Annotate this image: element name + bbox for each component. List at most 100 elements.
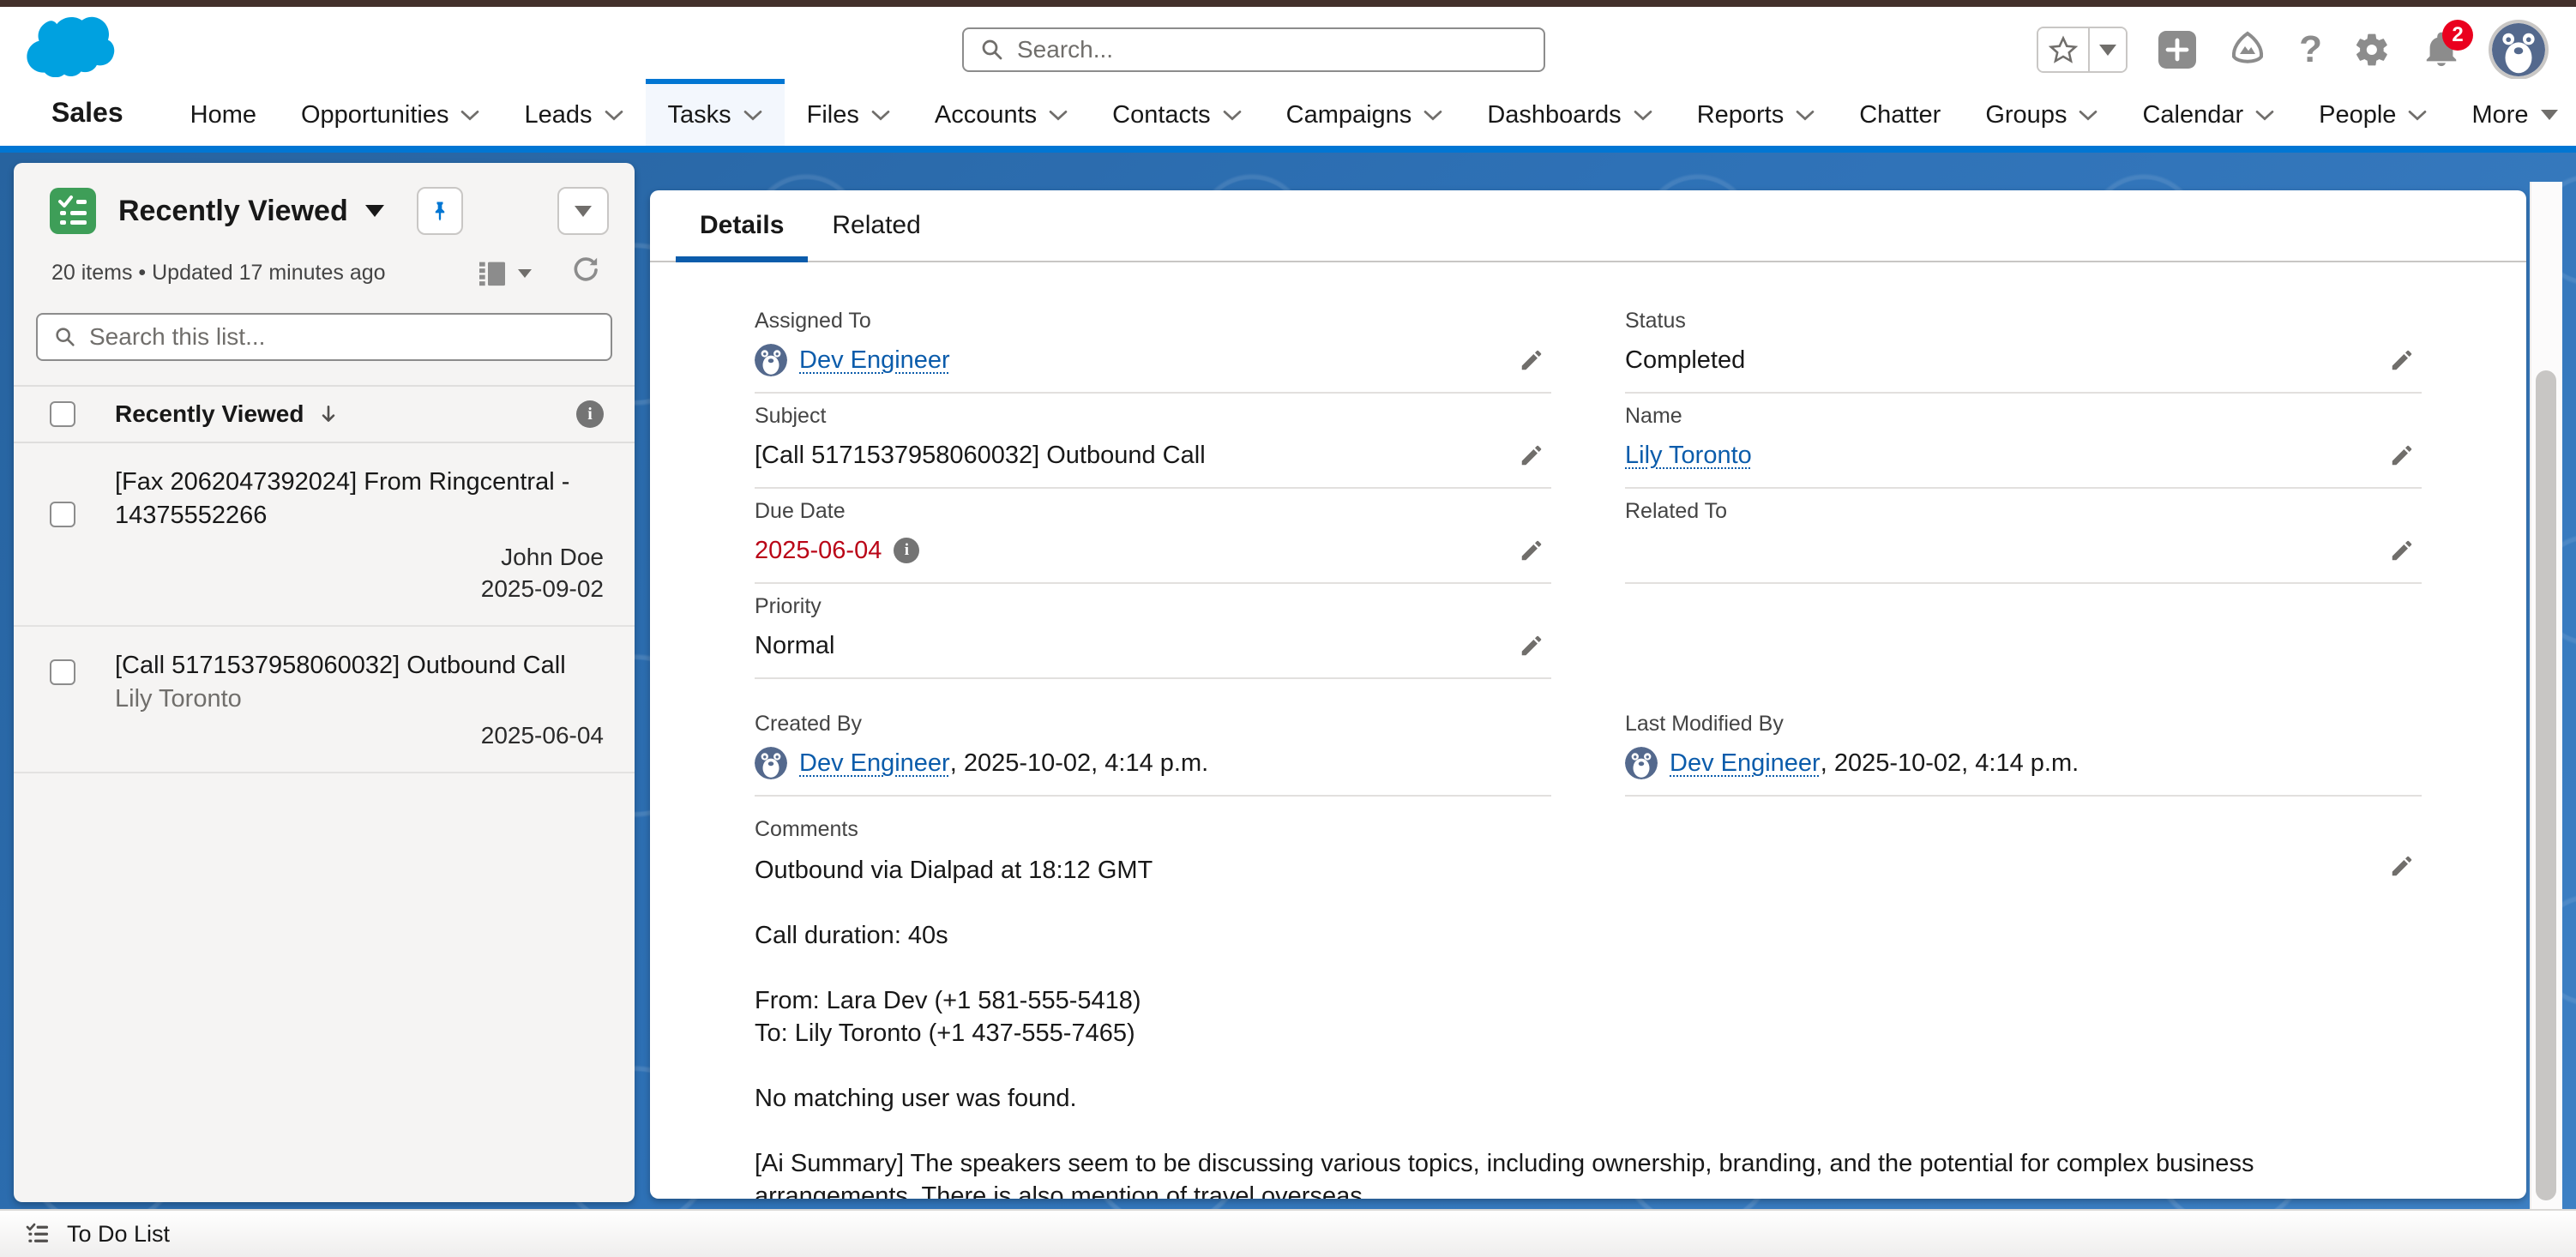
- list-column-header: Recently Viewed i: [14, 385, 635, 443]
- favorites-menu-button[interactable]: [2088, 28, 2126, 71]
- created-datetime: , 2025-10-02, 4:14 p.m.: [950, 749, 1208, 778]
- tab-reports[interactable]: Reports: [1675, 79, 1838, 146]
- assigned-to-link[interactable]: Dev Engineer: [799, 346, 950, 375]
- user-avatar[interactable]: [2492, 23, 2545, 76]
- chevron-down-icon: [2408, 110, 2427, 121]
- tab-related[interactable]: Related: [808, 190, 944, 261]
- caret-down-icon: [518, 269, 532, 278]
- last-modified-by-link[interactable]: Dev Engineer: [1670, 749, 1821, 778]
- tab-leads[interactable]: Leads: [502, 79, 645, 146]
- list-view-title[interactable]: Recently Viewed: [118, 195, 348, 228]
- tab-chatter[interactable]: Chatter: [1837, 79, 1963, 146]
- global-search-input[interactable]: [1017, 36, 1528, 63]
- user-avatar: [1625, 747, 1658, 779]
- nav-tabs: Home Opportunities Leads Tasks Files Acc…: [168, 79, 2576, 146]
- list-search: [36, 313, 612, 361]
- todo-list-icon: [24, 1220, 51, 1248]
- chevron-down-icon: [605, 110, 623, 121]
- question-icon: ?: [2299, 31, 2322, 69]
- list-view-caret-icon[interactable]: [365, 205, 384, 217]
- row-title[interactable]: [Fax 2062047392024] From Ringcentral - 1…: [115, 466, 604, 532]
- list-item[interactable]: [Call 5171537958060032] Outbound Call Li…: [14, 627, 635, 773]
- field-assigned-to: Assigned To Dev Engineer: [755, 298, 1551, 394]
- column-info-icon[interactable]: i: [576, 400, 604, 428]
- refresh-button[interactable]: [569, 254, 602, 292]
- row-who: John Doe: [115, 541, 604, 573]
- chevron-down-icon: [1049, 110, 1068, 121]
- global-search: [962, 27, 1545, 72]
- edit-name-button[interactable]: [2389, 442, 2415, 468]
- tab-contacts[interactable]: Contacts: [1090, 79, 1263, 146]
- trailhead-button[interactable]: [2227, 29, 2268, 70]
- edit-assigned-to-button[interactable]: [1519, 347, 1544, 373]
- caret-down-icon: [2541, 110, 2558, 120]
- tab-home[interactable]: Home: [168, 79, 279, 146]
- tab-files[interactable]: Files: [785, 79, 912, 146]
- search-icon: [979, 37, 1005, 63]
- tab-details[interactable]: Details: [676, 190, 808, 261]
- app-name: Sales: [51, 97, 123, 129]
- last-modified-datetime: , 2025-10-02, 4:14 p.m.: [1821, 749, 2079, 778]
- edit-comments-button[interactable]: [2389, 853, 2415, 879]
- display-as-button[interactable]: [475, 256, 532, 291]
- split-view-icon: [475, 256, 509, 291]
- edit-status-button[interactable]: [2389, 347, 2415, 373]
- edit-related-to-button[interactable]: [2389, 538, 2415, 563]
- utility-bar[interactable]: To Do List: [0, 1209, 2576, 1257]
- scrollbar-thumb[interactable]: [2536, 370, 2556, 1200]
- field-subject: Subject [Call 5171537958060032] Outbound…: [755, 394, 1551, 489]
- favorites-star-button[interactable]: [2038, 28, 2088, 71]
- tab-tasks[interactable]: Tasks: [646, 79, 785, 146]
- row-checkbox[interactable]: [50, 502, 75, 527]
- created-by-link[interactable]: Dev Engineer: [799, 749, 950, 778]
- field-due-date: Due Date 2025-06-04 i: [755, 489, 1551, 584]
- status-value: Completed: [1625, 346, 1745, 375]
- chevron-down-icon: [1223, 110, 1242, 121]
- global-actions-button[interactable]: [2158, 31, 2196, 69]
- list-search-input[interactable]: [89, 323, 595, 351]
- sort-descending-icon[interactable]: [317, 403, 340, 425]
- tab-people[interactable]: People: [2296, 79, 2449, 146]
- edit-due-date-button[interactable]: [1519, 538, 1544, 563]
- overdue-info-icon[interactable]: i: [894, 538, 919, 563]
- setup-button[interactable]: [2353, 31, 2391, 69]
- help-button[interactable]: ?: [2299, 31, 2322, 69]
- column-header-label[interactable]: Recently Viewed: [115, 400, 304, 428]
- chevron-down-icon: [1634, 110, 1652, 121]
- list-actions-button[interactable]: [557, 187, 609, 235]
- tab-dashboards[interactable]: Dashboards: [1465, 79, 1674, 146]
- tab-more[interactable]: More: [2449, 79, 2576, 146]
- edit-priority-button[interactable]: [1519, 633, 1544, 659]
- tab-accounts[interactable]: Accounts: [912, 79, 1090, 146]
- field-created-by: Created By Dev Engineer , 2025-10-02, 4:…: [755, 701, 1551, 797]
- refresh-icon: [569, 254, 602, 286]
- notifications-button[interactable]: 2: [2422, 30, 2461, 69]
- row-date: 2025-09-02: [115, 573, 604, 604]
- tab-campaigns[interactable]: Campaigns: [1264, 79, 1466, 146]
- row-title[interactable]: [Call 5171537958060032] Outbound Call: [115, 652, 566, 679]
- row-who: Lily Toronto: [115, 685, 242, 713]
- app-navigation-bar: Sales Home Opportunities Leads Tasks Fil…: [0, 79, 2576, 146]
- pin-list-button[interactable]: [417, 187, 463, 235]
- todo-list-label: To Do List: [67, 1221, 170, 1248]
- name-link[interactable]: Lily Toronto: [1625, 442, 1752, 470]
- comments-body: Outbound via Dialpad at 18:12 GMT Call d…: [755, 854, 2358, 1199]
- nav-accent-bar: [0, 146, 2576, 153]
- row-date: 2025-06-04: [115, 719, 604, 751]
- tab-opportunities[interactable]: Opportunities: [279, 79, 503, 146]
- user-avatar: [755, 344, 787, 376]
- chevron-down-icon: [743, 110, 762, 121]
- select-all-checkbox[interactable]: [50, 401, 75, 427]
- due-date-value: 2025-06-04: [755, 537, 882, 565]
- gear-icon: [2353, 31, 2391, 69]
- tab-groups[interactable]: Groups: [1963, 79, 2120, 146]
- pinned-list-panel: Recently Viewed 20 items • Updated 17 mi…: [14, 163, 635, 1202]
- row-checkbox[interactable]: [50, 659, 75, 685]
- user-avatar: [755, 747, 787, 779]
- caret-down-icon: [2099, 45, 2116, 56]
- tab-calendar[interactable]: Calendar: [2120, 79, 2296, 146]
- chevron-down-icon: [460, 110, 479, 121]
- edit-subject-button[interactable]: [1519, 442, 1544, 468]
- field-name: Name Lily Toronto: [1625, 394, 2422, 489]
- list-item[interactable]: [Fax 2062047392024] From Ringcentral - 1…: [14, 443, 635, 627]
